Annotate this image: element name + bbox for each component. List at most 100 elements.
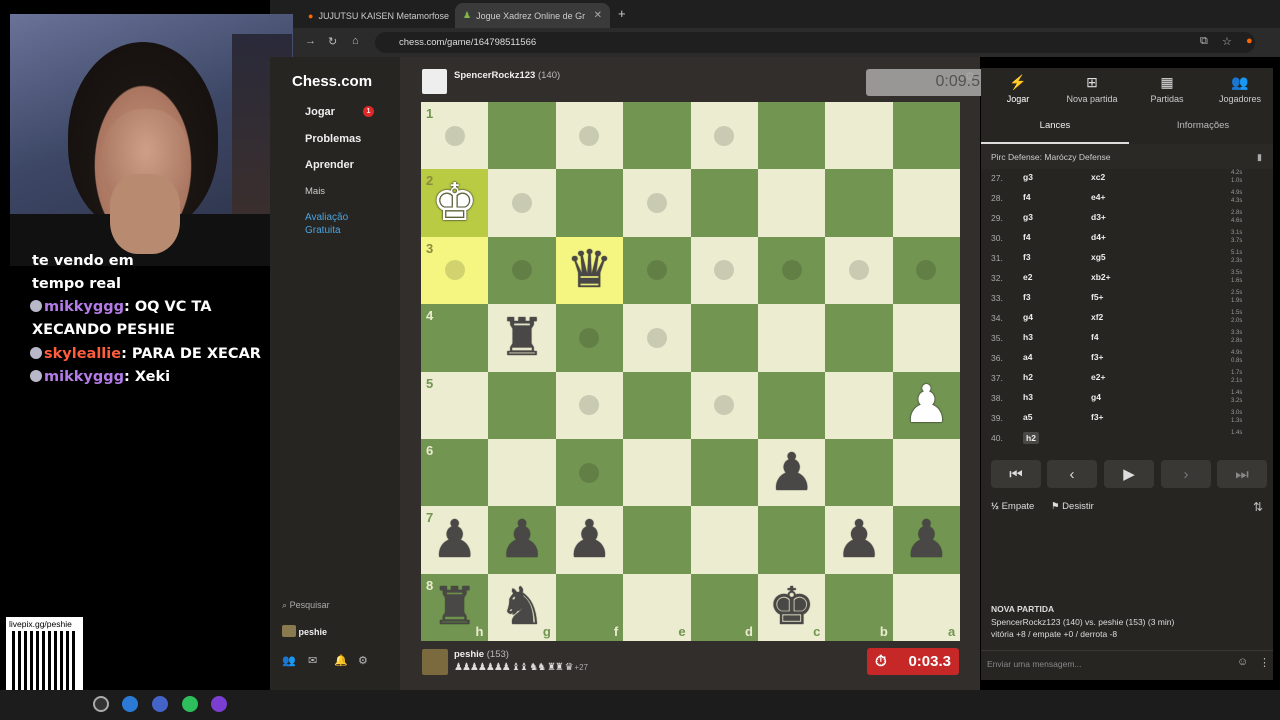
app-icon[interactable] — [152, 696, 168, 712]
board-square[interactable]: 2 ♚ — [421, 169, 489, 237]
board-square[interactable] — [623, 506, 691, 574]
board-square[interactable]: ♛ — [555, 236, 624, 305]
black-move[interactable]: xc2 — [1091, 172, 1105, 182]
board-square[interactable] — [623, 439, 691, 507]
tab-partidas[interactable]: ▦ Partidas — [1137, 74, 1197, 104]
board-square[interactable] — [488, 236, 556, 305]
gear-icon[interactable]: ⚙ — [358, 654, 368, 667]
move-row[interactable]: 32. e2 xb2+ 3.5s 1.6s — [981, 268, 1251, 288]
board-square[interactable] — [758, 506, 826, 574]
board-square[interactable]: ♟ — [758, 439, 826, 507]
board-square[interactable]: 6 — [421, 439, 489, 507]
board-square[interactable] — [825, 439, 893, 507]
board-square[interactable] — [623, 169, 691, 237]
resign-button[interactable]: ⚑ Desistir — [1051, 501, 1094, 512]
chess-board[interactable]: 1 2 ♚ 3 ♛ 4 ♜ 5 ♟ 6 ♟ 7 ♟ ♟ ♟ ♟ ♟ 8 h ♜ g ♞ f e d c ♚ b a — [421, 102, 961, 642]
black-move[interactable]: xf2 — [1091, 312, 1103, 322]
board-square[interactable]: g ♞ — [488, 573, 556, 642]
new-tab-icon[interactable]: + — [618, 6, 626, 21]
move-row[interactable]: 40. h2 1.4s — [981, 428, 1251, 448]
bookmark-icon[interactable]: ☆ — [1222, 35, 1232, 48]
board-square[interactable] — [825, 102, 893, 170]
board-square[interactable] — [488, 371, 556, 439]
board-square[interactable] — [892, 169, 961, 237]
tab-jogadores[interactable]: 👥 Jogadores — [1210, 74, 1270, 104]
white-move[interactable]: f4 — [1023, 232, 1031, 242]
chat-input[interactable]: Enviar uma mensagem... — [981, 650, 1273, 676]
board-square[interactable]: 3 — [421, 236, 489, 305]
install-icon[interactable]: ⧉ — [1200, 35, 1208, 48]
book-icon[interactable]: ▮ — [1257, 152, 1262, 163]
emoji-icon[interactable]: ☺ — [1237, 656, 1248, 668]
board-square[interactable]: 4 — [421, 304, 489, 372]
move-row[interactable]: 38. h3 g4 1.4s 3.2s — [981, 388, 1251, 408]
bell-icon[interactable]: 🔔 — [334, 654, 348, 667]
board-square[interactable]: c ♚ — [758, 573, 826, 642]
chess-logo[interactable]: Chess.com — [292, 73, 372, 90]
white-move[interactable]: g3 — [1023, 172, 1033, 182]
board-square[interactable] — [825, 169, 893, 237]
board-square[interactable] — [758, 304, 826, 372]
board-square[interactable] — [623, 304, 691, 372]
board-square[interactable] — [555, 102, 624, 170]
move-hint-dot[interactable] — [512, 193, 533, 214]
board-square[interactable] — [488, 169, 556, 237]
close-icon[interactable]: ✕ — [594, 10, 602, 21]
board-square[interactable] — [825, 236, 893, 305]
move-row[interactable]: 36. a4 f3+ 4.9s 0.8s — [981, 348, 1251, 368]
home-icon[interactable]: ⌂ — [352, 35, 359, 47]
board-square[interactable] — [623, 371, 691, 439]
move-hint-dot[interactable] — [579, 395, 600, 416]
white-king[interactable]: ♚ — [421, 169, 488, 236]
board-square[interactable]: 7 ♟ — [421, 506, 489, 574]
move-hint-dot[interactable] — [646, 193, 667, 214]
board-square[interactable]: ♟ — [825, 506, 893, 574]
board-square[interactable]: 8 h ♜ — [421, 573, 489, 642]
friends-icon[interactable]: 👥 — [282, 654, 296, 667]
board-square[interactable] — [488, 439, 556, 507]
white-move[interactable]: a5 — [1023, 412, 1032, 422]
url-field[interactable]: chess.com/game/164798511566 — [375, 32, 1255, 53]
tab-jogar[interactable]: ⚡ Jogar — [988, 74, 1048, 104]
black-queen[interactable]: ♛ — [556, 237, 623, 304]
board-square[interactable] — [690, 102, 758, 170]
board-square[interactable] — [892, 102, 961, 170]
tab-nova-partida[interactable]: ⊞ Nova partida — [1062, 74, 1122, 104]
board-square[interactable] — [690, 236, 758, 305]
board-square[interactable]: ♟ — [555, 506, 624, 574]
board-square[interactable] — [825, 304, 893, 372]
board-square[interactable]: e — [623, 573, 691, 642]
board-square[interactable] — [555, 439, 624, 507]
move-hint-dot[interactable] — [916, 260, 937, 281]
black-move[interactable]: e2+ — [1091, 372, 1105, 382]
move-row[interactable]: 39. a5 f3+ 3.0s 1.3s — [981, 408, 1251, 428]
black-move[interactable]: d4+ — [1091, 232, 1106, 242]
next-move-button[interactable]: › — [1161, 460, 1211, 488]
move-hint-dot[interactable] — [444, 125, 465, 146]
move-row[interactable]: 30. f4 d4+ 3.1s 3.7s — [981, 228, 1251, 248]
move-row[interactable]: 37. h2 e2+ 1.7s 2.1s — [981, 368, 1251, 388]
white-move[interactable]: h3 — [1023, 392, 1033, 402]
flip-board-icon[interactable]: ⇅ — [1253, 500, 1263, 514]
black-pawn[interactable]: ♟ — [488, 506, 555, 573]
white-pawn[interactable]: ♟ — [893, 372, 960, 439]
board-square[interactable]: ♜ — [488, 304, 556, 372]
black-move[interactable]: f5+ — [1091, 292, 1104, 302]
black-pawn[interactable]: ♟ — [758, 439, 825, 506]
board-square[interactable]: b — [825, 573, 893, 642]
app-icon[interactable] — [211, 696, 227, 712]
black-pawn[interactable]: ♟ — [556, 506, 623, 573]
board-square[interactable]: f — [555, 573, 624, 642]
black-move[interactable]: xg5 — [1091, 252, 1106, 262]
board-square[interactable]: a — [892, 573, 961, 642]
board-square[interactable] — [488, 102, 556, 170]
black-move[interactable]: d3+ — [1091, 212, 1106, 222]
white-move[interactable]: a4 — [1023, 352, 1032, 362]
board-square[interactable]: 1 — [421, 102, 489, 170]
sidebar-item-mais[interactable]: Mais — [305, 186, 325, 197]
black-king[interactable]: ♚ — [758, 574, 825, 641]
white-move[interactable]: g4 — [1023, 312, 1033, 322]
extension-icon[interactable]: ● — [1246, 35, 1253, 47]
move-row[interactable]: 33. f3 f5+ 2.5s 1.9s — [981, 288, 1251, 308]
white-move[interactable]: f3 — [1023, 292, 1031, 302]
